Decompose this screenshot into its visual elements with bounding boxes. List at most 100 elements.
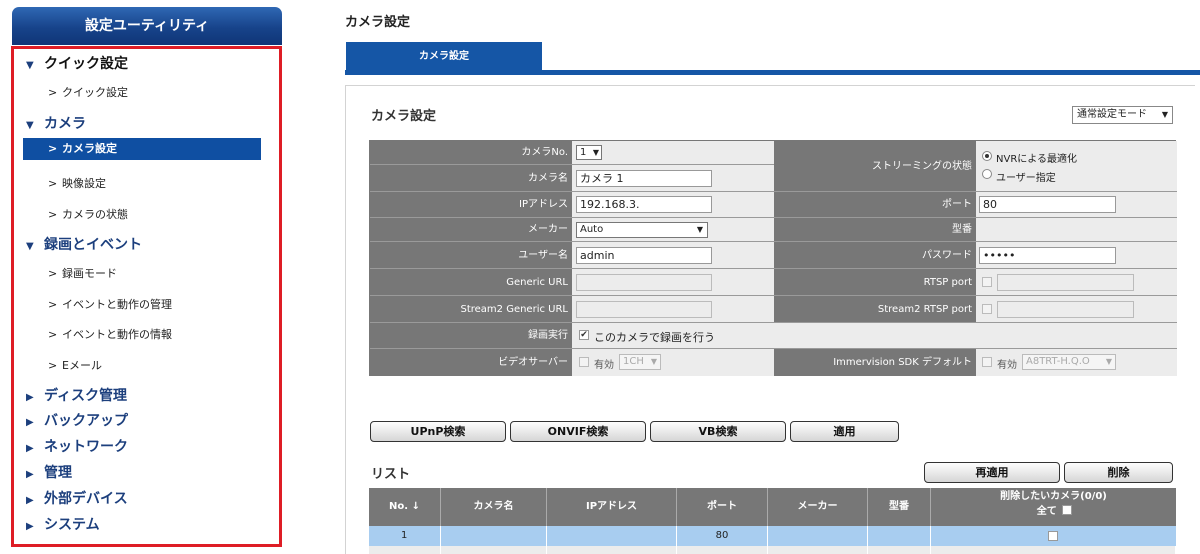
cell-camera-name bbox=[441, 526, 547, 546]
camera-list-table: No. ↓ カメラ名 IPアドレス ポート メーカー 型番 削除したいカメラ(0… bbox=[369, 488, 1176, 554]
stream2-rtsp-input[interactable] bbox=[997, 301, 1134, 318]
rtsp-port-cell bbox=[976, 269, 1177, 296]
generic-url-cell bbox=[572, 269, 774, 296]
sidebar-item-camera-settings[interactable]: > カメラ設定 bbox=[23, 138, 261, 160]
sidebar-group-network[interactable]: ▶ ネットワーク bbox=[26, 436, 128, 456]
immervision-enabled-label: 有効 bbox=[997, 360, 1017, 371]
table-row-partial bbox=[369, 546, 441, 554]
sidebar-group-system[interactable]: ▶ システム bbox=[26, 514, 100, 534]
rtsp-port-checkbox[interactable] bbox=[982, 277, 992, 287]
sidebar-item-event-action-info[interactable]: > イベントと動作の情報 bbox=[48, 326, 172, 342]
sidebar-item-event-action-manage[interactable]: > イベントと動作の管理 bbox=[48, 296, 172, 312]
username-input[interactable]: admin bbox=[576, 247, 712, 264]
cell-port: 80 bbox=[677, 526, 768, 546]
password-cell: ••••• bbox=[976, 242, 1177, 269]
stream2-url-cell bbox=[572, 296, 774, 323]
apply-button[interactable]: 適用 bbox=[790, 421, 899, 442]
record-cell: ✔ このカメラで録画を行う bbox=[572, 323, 1177, 349]
sidebar-item-camera-status[interactable]: > カメラの状態 bbox=[48, 206, 128, 222]
table-row-partial-cell bbox=[677, 546, 768, 554]
triangle-down-icon: ▼ bbox=[26, 120, 34, 131]
generic-url-input[interactable] bbox=[576, 274, 712, 291]
maker-cell: Auto ▼ bbox=[572, 218, 774, 242]
port-label: ポート bbox=[774, 192, 976, 218]
stream2-rtsp-checkbox[interactable] bbox=[982, 304, 992, 314]
table-row-partial-cell bbox=[768, 546, 868, 554]
record-checkbox[interactable]: ✔ bbox=[579, 330, 589, 340]
section-title: カメラ設定 bbox=[371, 109, 437, 124]
cell-maker bbox=[768, 526, 868, 546]
camera-no-select[interactable]: 1 ▼ bbox=[576, 145, 602, 160]
onvif-search-button[interactable]: ONVIF検索 bbox=[510, 421, 646, 442]
cell-no: 1 bbox=[369, 526, 441, 546]
triangle-down-icon: ▼ bbox=[26, 60, 34, 71]
sidebar-title: 設定ユーティリティ bbox=[12, 7, 282, 45]
sidebar-group-quick-settings[interactable]: ▼ クイック設定 bbox=[26, 53, 128, 73]
select-all-checkbox[interactable] bbox=[1062, 505, 1073, 515]
stream2-rtsp-cell bbox=[976, 296, 1177, 323]
reapply-button[interactable]: 再適用 bbox=[924, 462, 1060, 483]
dropdown-arrow-icon: ▼ bbox=[650, 357, 657, 366]
camera-name-cell: カメラ 1 bbox=[572, 165, 774, 192]
username-cell: admin bbox=[572, 242, 774, 269]
chevron-right-icon: > bbox=[48, 177, 58, 190]
column-header-no[interactable]: No. ↓ bbox=[369, 488, 441, 526]
sidebar-group-camera[interactable]: ▼ カメラ bbox=[26, 113, 86, 133]
chevron-right-icon: > bbox=[48, 359, 58, 372]
sidebar-item-quick-settings[interactable]: > クイック設定 bbox=[48, 84, 128, 100]
tab-camera-settings[interactable]: カメラ設定 bbox=[346, 42, 542, 74]
immervision-select[interactable]: A8TRT-H.Q.O ▼ bbox=[1022, 354, 1116, 370]
model-cell bbox=[976, 218, 1177, 242]
stream2-url-label: Stream2 Generic URL bbox=[370, 296, 572, 323]
camera-name-input[interactable]: カメラ 1 bbox=[576, 170, 712, 187]
column-header-model: 型番 bbox=[868, 488, 931, 526]
row-delete-checkbox[interactable] bbox=[1048, 531, 1058, 541]
maker-select[interactable]: Auto ▼ bbox=[576, 222, 708, 238]
camera-no-cell: 1 ▼ bbox=[572, 141, 774, 165]
delete-count-label: 削除したいカメラ(0/0) bbox=[1000, 491, 1107, 502]
streaming-label: ストリーミングの状態 bbox=[774, 141, 976, 192]
streaming-user-radio[interactable] bbox=[982, 169, 992, 179]
video-server-ch-select[interactable]: 1CH ▼ bbox=[619, 354, 661, 370]
sidebar-item-video-settings[interactable]: > 映像設定 bbox=[48, 175, 106, 191]
app-root: 設定ユーティリティ ▼ クイック設定 > クイック設定 ▼ カメラ > カメラ設定 > 映… bbox=[0, 0, 1200, 554]
sidebar-item-email[interactable]: > Eメール bbox=[48, 357, 102, 373]
video-server-cell: 有効 1CH ▼ bbox=[572, 349, 774, 376]
triangle-right-icon: ▶ bbox=[26, 521, 34, 532]
vb-search-button[interactable]: VB検索 bbox=[650, 421, 786, 442]
streaming-nvr-radio[interactable] bbox=[982, 151, 992, 161]
delete-button[interactable]: 削除 bbox=[1064, 462, 1173, 483]
chevron-right-icon: > bbox=[48, 142, 58, 155]
sidebar-group-external-devices[interactable]: ▶ 外部デバイス bbox=[26, 488, 128, 508]
sidebar-group-recording-events[interactable]: ▼ 録画とイベント bbox=[26, 234, 142, 254]
chevron-right-icon: > bbox=[48, 298, 58, 311]
rtsp-port-input[interactable] bbox=[997, 274, 1134, 291]
ip-address-input[interactable]: 192.168.3. bbox=[576, 196, 712, 213]
video-server-checkbox[interactable] bbox=[579, 357, 589, 367]
sidebar-group-backup[interactable]: ▶ バックアップ bbox=[26, 410, 128, 430]
password-label: パスワード bbox=[774, 242, 976, 269]
sidebar-group-admin[interactable]: ▶ 管理 bbox=[26, 462, 72, 482]
triangle-down-icon: ▼ bbox=[26, 241, 34, 252]
password-input[interactable]: ••••• bbox=[979, 247, 1116, 264]
upnp-search-button[interactable]: UPnP検索 bbox=[370, 421, 506, 442]
sidebar-item-recording-mode[interactable]: > 録画モード bbox=[48, 265, 117, 281]
cell-delete bbox=[931, 526, 1176, 546]
immervision-checkbox[interactable] bbox=[982, 357, 992, 367]
sidebar-group-disk[interactable]: ▶ ディスク管理 bbox=[26, 385, 127, 405]
port-input[interactable]: 80 bbox=[979, 196, 1116, 213]
dropdown-arrow-icon: ▼ bbox=[592, 148, 599, 157]
mode-select[interactable]: 通常設定モード ▼ bbox=[1072, 106, 1173, 124]
triangle-right-icon: ▶ bbox=[26, 443, 34, 454]
video-server-enabled-label: 有効 bbox=[594, 360, 614, 371]
table-row-partial-cell bbox=[868, 546, 931, 554]
column-header-port: ポート bbox=[677, 488, 768, 526]
stream2-url-input[interactable] bbox=[576, 301, 712, 318]
sidebar-nav: ▼ クイック設定 > クイック設定 ▼ カメラ > カメラ設定 > 映像設定 > カメラの状… bbox=[11, 46, 282, 547]
select-all-label: 全て bbox=[1036, 506, 1057, 517]
ip-address-label: IPアドレス bbox=[370, 192, 572, 218]
chevron-right-icon: > bbox=[48, 267, 58, 280]
streaming-cell: NVRによる最適化 ユーザー指定 bbox=[976, 141, 1177, 192]
username-label: ユーザー名 bbox=[370, 242, 572, 269]
generic-url-label: Generic URL bbox=[370, 269, 572, 296]
